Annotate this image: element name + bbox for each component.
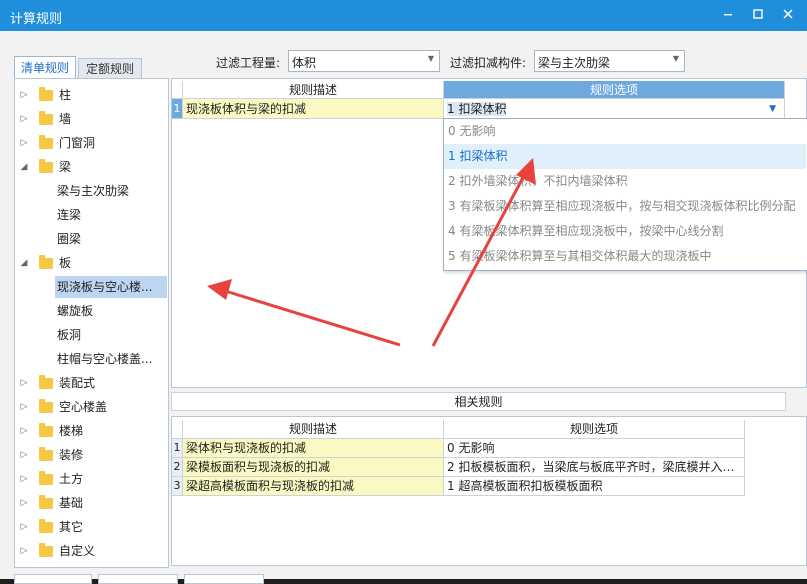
annotation-arrows xyxy=(207,158,536,347)
annotation-arrow-option xyxy=(431,158,536,347)
annotation-arrow-tree xyxy=(207,279,401,347)
